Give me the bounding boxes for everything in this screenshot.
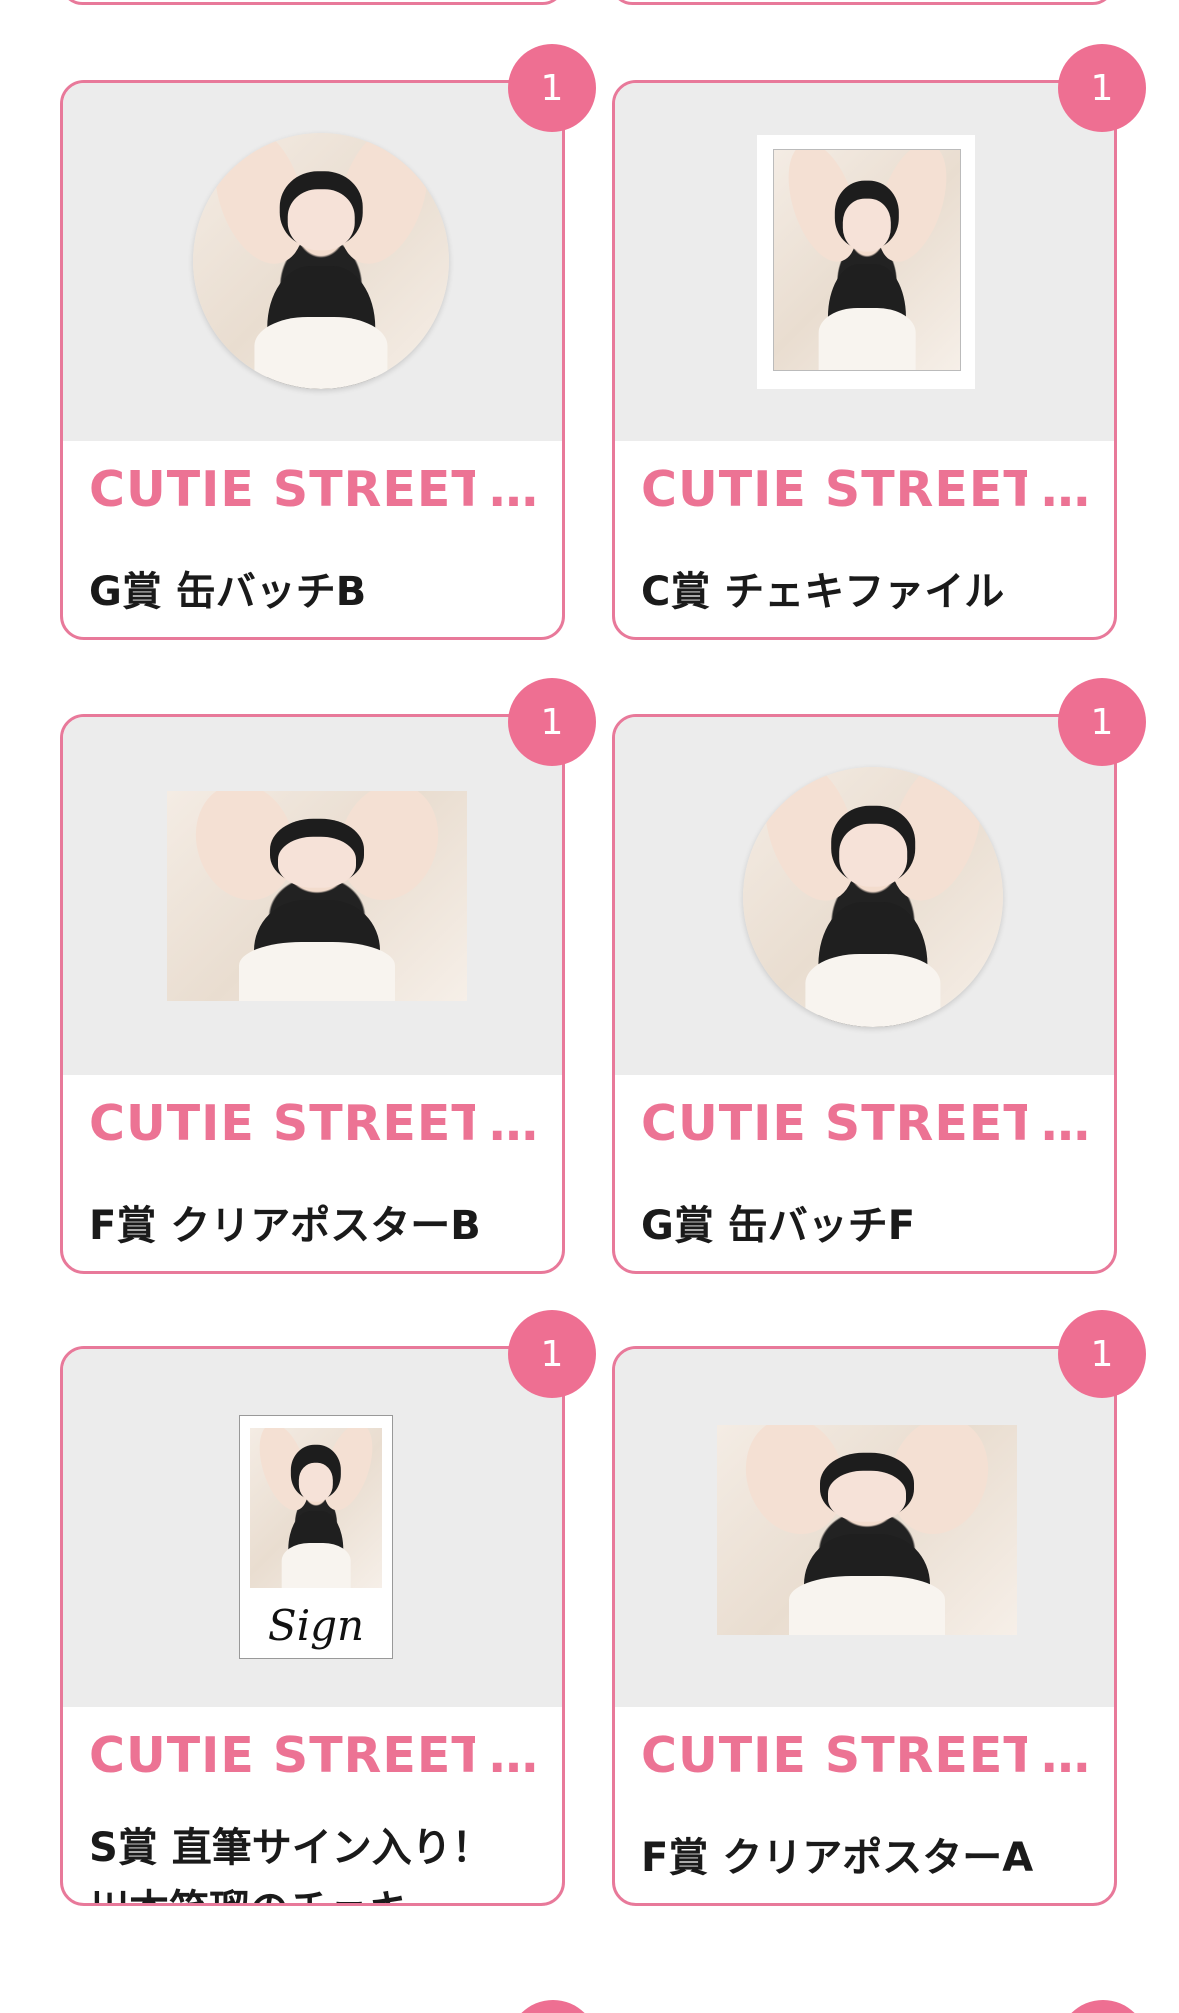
card-image-area: Sign — [63, 1349, 562, 1707]
card-image-area — [63, 717, 562, 1075]
count-badge: 1 — [1058, 44, 1146, 132]
cheki-image-frame: Sign — [239, 1415, 393, 1659]
prize-card[interactable]: CUTIE STREET… F賞 クリアポスターB — [60, 714, 565, 1274]
count-badge-partial — [508, 2000, 598, 2013]
card-image-area — [63, 83, 562, 441]
prize-card[interactable]: CUTIE STREET… F賞 クリアポスターA — [612, 1346, 1117, 1906]
cheki-file-image — [773, 149, 961, 371]
count-badge: 1 — [508, 1310, 596, 1398]
count-badge: 1 — [508, 678, 596, 766]
card-title: CUTIE STREET… — [641, 461, 1091, 518]
card-image-area — [615, 717, 1114, 1075]
cheki-photo — [250, 1428, 382, 1588]
card-title: CUTIE STREET… — [641, 1727, 1091, 1784]
count-badge-partial — [1058, 2000, 1148, 2013]
card-image-area — [615, 83, 1114, 441]
can-badge-image — [743, 767, 1003, 1027]
card-title: CUTIE STREET… — [641, 1095, 1091, 1152]
count-badge: 1 — [1058, 1310, 1146, 1398]
card-name: G賞 缶バッチB — [89, 569, 367, 615]
prize-card[interactable]: CUTIE STREET… G賞 缶バッチB — [60, 80, 565, 640]
card-name: F賞 クリアポスターA — [641, 1835, 1034, 1881]
card-partial-top-left[interactable] — [60, 0, 565, 5]
signature-text: Sign — [267, 1601, 365, 1650]
card-title: CUTIE STREET… — [89, 1095, 539, 1152]
card-image-area — [615, 1349, 1114, 1707]
prize-card[interactable]: CUTIE STREET… C賞 チェキファイル — [612, 80, 1117, 640]
card-partial-top-right[interactable] — [610, 0, 1115, 5]
card-name: C賞 チェキファイル — [641, 569, 1005, 615]
file-image-frame — [757, 135, 975, 389]
card-name: S賞 直筆サイン入り！川本笑瑠のチェキ — [89, 1825, 492, 1903]
prize-card[interactable]: Sign CUTIE STREET… S賞 直筆サイン入り！川本笑瑠のチェキ — [60, 1346, 565, 1906]
card-name: G賞 缶バッチF — [641, 1203, 916, 1249]
count-badge: 1 — [1058, 678, 1146, 766]
can-badge-image — [193, 133, 449, 389]
card-title: CUTIE STREET… — [89, 461, 539, 518]
count-badge: 1 — [508, 44, 596, 132]
card-title: CUTIE STREET… — [89, 1727, 539, 1784]
clear-poster-image — [717, 1425, 1017, 1635]
prize-card[interactable]: CUTIE STREET… G賞 缶バッチF — [612, 714, 1117, 1274]
prize-grid: 1 CUTIE STREET… G賞 缶バッチB 1 CUTIE STREET…… — [0, 0, 1179, 2013]
card-name: F賞 クリアポスターB — [89, 1203, 481, 1249]
clear-poster-image — [167, 791, 467, 1001]
